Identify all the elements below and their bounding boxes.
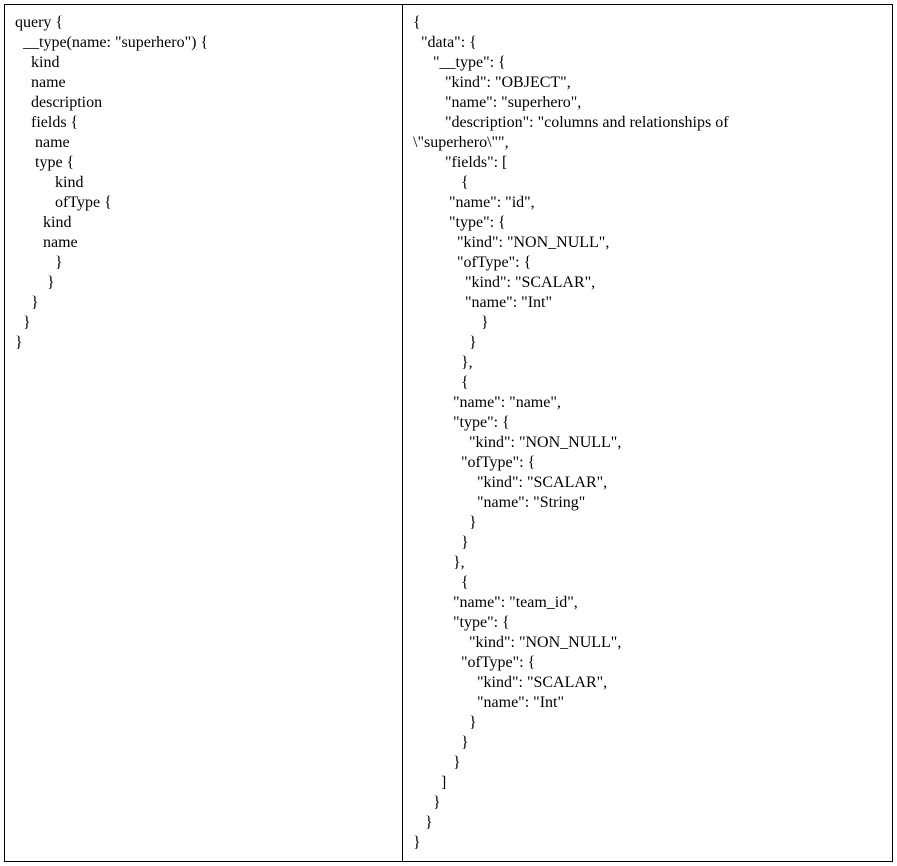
response-code: { "data": { "__type": { "kind": "OBJECT"… — [413, 13, 882, 853]
query-panel: query { __type(name: "superhero") { kind… — [5, 5, 403, 861]
response-panel: { "data": { "__type": { "kind": "OBJECT"… — [403, 5, 892, 861]
query-code: query { __type(name: "superhero") { kind… — [15, 13, 392, 353]
code-comparison-container: query { __type(name: "superhero") { kind… — [4, 4, 893, 862]
